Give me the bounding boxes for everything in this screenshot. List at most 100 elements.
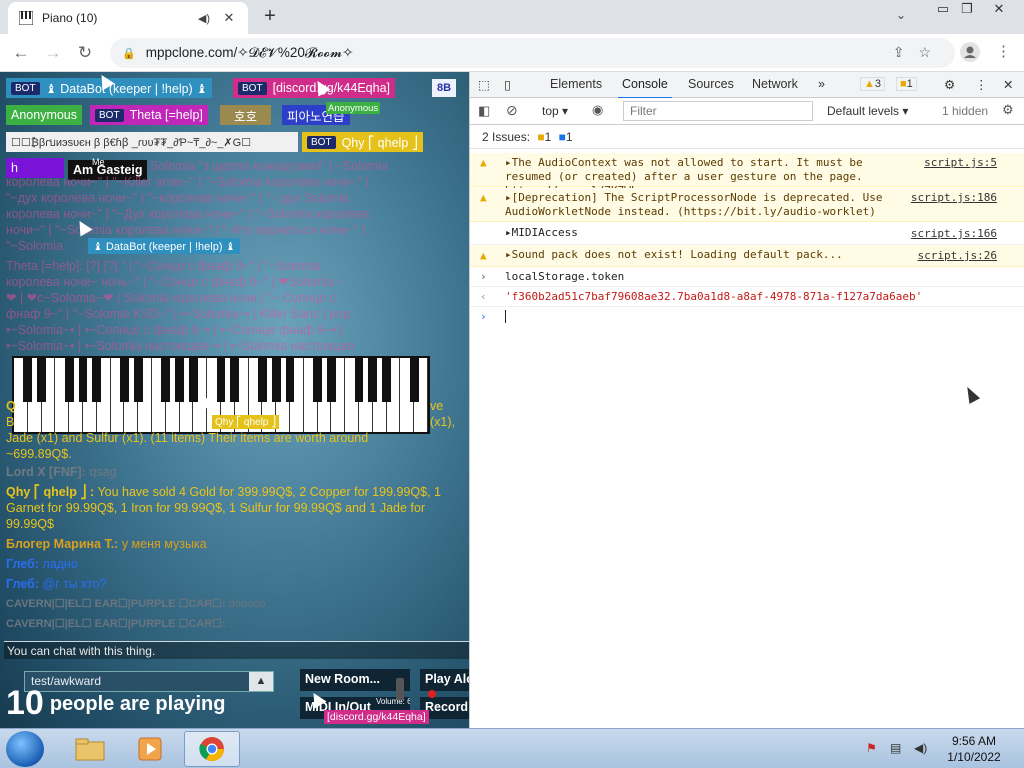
user-badge-anonymous[interactable]: Anonymous (6, 105, 83, 125)
faded-chat-line: •~Solomia~• | •~Solomia настоящая~• | •~… (6, 339, 355, 353)
restore-button[interactable]: ❐ (950, 0, 984, 20)
address-bar[interactable]: 🔒 mppclone.com/✧𝓓𝓔𝓥%20𝓡𝓸𝓸𝓶✧ ⇪☆ (110, 38, 955, 68)
system-clock[interactable]: 9:56 AM 1/10/2022 (940, 733, 1008, 765)
audio-playing-icon[interactable]: ◀) (198, 12, 210, 25)
network-icon[interactable]: ▤ (890, 741, 901, 755)
chrome-taskbar-icon[interactable] (184, 731, 240, 767)
user-badge-unicode[interactable]: ☐☐₿βɾบиэѕυєн β β€ɦꞵ _ɾʋʋ₮₮_∂Ƥ~₸_∂~_✗G☐ (6, 132, 298, 152)
me-tag: Me (92, 156, 105, 167)
windows-taskbar: ⚑ ▤ ◀) 9:56 AM 1/10/2022 (0, 728, 1024, 768)
close-tab-icon[interactable]: ✕ (220, 10, 238, 26)
faded-chat-line: ❤ | ❤c~Solomia~❤ | Solomia королева ночи… (6, 291, 336, 305)
console-prompt[interactable]: › (470, 307, 1024, 327)
forward-button[interactable]: → (42, 42, 64, 64)
close-window-button[interactable]: ✕ (982, 0, 1016, 20)
profile-icon[interactable] (960, 42, 980, 66)
black-key[interactable] (119, 358, 129, 402)
black-key[interactable] (326, 358, 336, 402)
devtools-menu-icon[interactable]: ⋮ (975, 77, 988, 92)
more-tabs-icon[interactable]: » (818, 77, 825, 91)
warning-icon: ▲ (480, 191, 487, 204)
bb-button[interactable]: 8B (432, 79, 457, 97)
sidebar-toggle-icon[interactable]: ◧ (478, 103, 490, 119)
action-center-icon[interactable]: ⚑ (866, 741, 877, 755)
inspect-element-icon[interactable]: ⬚ (478, 77, 490, 92)
warnings-counter[interactable]: ▲3 (860, 77, 886, 91)
source-link[interactable]: script.js:186 (911, 191, 997, 205)
chat-expand-icon[interactable]: ▲ (249, 672, 273, 691)
menu-kebab-icon[interactable]: ⋮ (996, 42, 1011, 60)
black-key[interactable] (354, 358, 364, 402)
url-text: mppclone.com/✧𝓓𝓔𝓥%20𝓡𝓸𝓸𝓶✧ (145, 45, 354, 60)
black-key[interactable] (78, 358, 88, 402)
media-player-icon[interactable] (122, 731, 178, 767)
bookmark-star-icon[interactable]: ☆ (918, 44, 945, 60)
tab-network[interactable]: Network (752, 77, 798, 91)
black-key[interactable] (64, 358, 74, 402)
file-explorer-icon[interactable] (62, 731, 118, 767)
volume-icon[interactable]: ◀) (914, 741, 927, 755)
black-key[interactable] (161, 358, 171, 402)
black-key[interactable] (313, 358, 322, 402)
close-devtools-icon[interactable]: ✕ (1003, 77, 1013, 92)
result-arrow-icon: ‹ (480, 290, 487, 303)
black-key[interactable] (133, 358, 143, 402)
lock-icon[interactable]: 🔒 (122, 47, 136, 60)
new-tab-button[interactable]: + (258, 6, 282, 28)
warning-issue-icon: ■ (537, 130, 545, 144)
user-badge-hoho[interactable]: 호호 (220, 105, 272, 125)
play-alone-button[interactable]: Play Alo (420, 669, 469, 691)
new-room-button[interactable]: New Room... (300, 669, 410, 691)
black-key[interactable] (409, 358, 419, 402)
start-button[interactable] (6, 731, 44, 767)
issues-bar[interactable]: 2 Issues: ■1 ■1 (470, 125, 1024, 149)
black-key[interactable] (188, 358, 198, 402)
source-link[interactable]: script.js:5 (924, 156, 997, 170)
black-key[interactable] (175, 358, 184, 402)
player-count: 10 people are playing (6, 684, 226, 722)
console-warning[interactable]: ▲ ▸[Deprecation] The ScriptProcessorNode… (470, 188, 1024, 222)
settings-gear-icon[interactable]: ⚙ (944, 77, 955, 92)
console-settings-icon[interactable]: ⚙ (1002, 102, 1014, 118)
issues-counter[interactable]: ■1 (896, 77, 917, 91)
device-toolbar-icon[interactable]: ▯ (504, 77, 511, 92)
tab-elements[interactable]: Elements (550, 77, 602, 91)
user-badge-theta[interactable]: BOT Theta [=help] (90, 105, 208, 125)
volume-knob[interactable] (396, 678, 404, 700)
black-key[interactable] (230, 358, 240, 402)
tab-strip: Piano (10) ◀) ✕ + ⌄ ▭ ❐ ✕ (0, 0, 1024, 34)
source-link[interactable]: script.js:26 (918, 249, 997, 263)
filter-input[interactable]: Filter (623, 101, 813, 121)
source-link[interactable]: script.js:166 (911, 227, 997, 241)
tab-sources[interactable]: Sources (688, 77, 734, 91)
black-key[interactable] (271, 358, 281, 402)
back-button[interactable]: ← (10, 42, 32, 64)
console-warning[interactable]: ▲ ▸Sound pack does not exist! Loading de… (470, 245, 1024, 267)
chat-hint: You can chat with this thing. (4, 641, 469, 659)
console-warning[interactable]: ▲ ▸The AudioContext was not allowed to s… (470, 153, 1024, 197)
black-key[interactable] (92, 358, 102, 402)
black-key[interactable] (285, 358, 295, 402)
user-badge-qhy[interactable]: BOT Qhy ⎡ qhelp ⎦ (302, 132, 423, 152)
faded-chat-line: королева ночи~" | "~Killer anne~" | "~So… (6, 175, 369, 189)
piano-page: BOT ♝ DataBot (keeper | !help) ♝ BOT [disc… (0, 72, 469, 728)
console-log[interactable]: ▸MIDIAccess script.js:166 (470, 223, 1024, 245)
black-key[interactable] (23, 358, 33, 402)
log-levels-dropdown[interactable]: Default levels ▾ (827, 104, 908, 118)
browser-tab[interactable]: Piano (10) ◀) ✕ (8, 2, 248, 34)
chat-message: Глеб: ладно (6, 557, 78, 571)
black-key[interactable] (216, 358, 226, 402)
black-key[interactable] (257, 358, 267, 402)
context-selector[interactable]: top ▾ (542, 104, 568, 118)
black-key[interactable] (382, 358, 391, 402)
tab-search-icon[interactable]: ⌄ (896, 8, 906, 22)
black-key[interactable] (37, 358, 46, 402)
clear-console-icon[interactable]: ⊘ (506, 102, 518, 119)
tab-console[interactable]: Console (618, 77, 672, 99)
reload-button[interactable]: ↻ (74, 42, 96, 64)
eye-icon[interactable]: ◉ (592, 102, 603, 118)
faded-chat-line: Theta [=help]: [?] [?] " | "~Сонце с фна… (6, 259, 322, 273)
black-key[interactable] (368, 358, 378, 402)
devtools-tab-bar: ⬚ ▯ Elements Console Sources Network » ▲… (470, 72, 1024, 99)
share-icon[interactable]: ⇪ (893, 44, 919, 60)
